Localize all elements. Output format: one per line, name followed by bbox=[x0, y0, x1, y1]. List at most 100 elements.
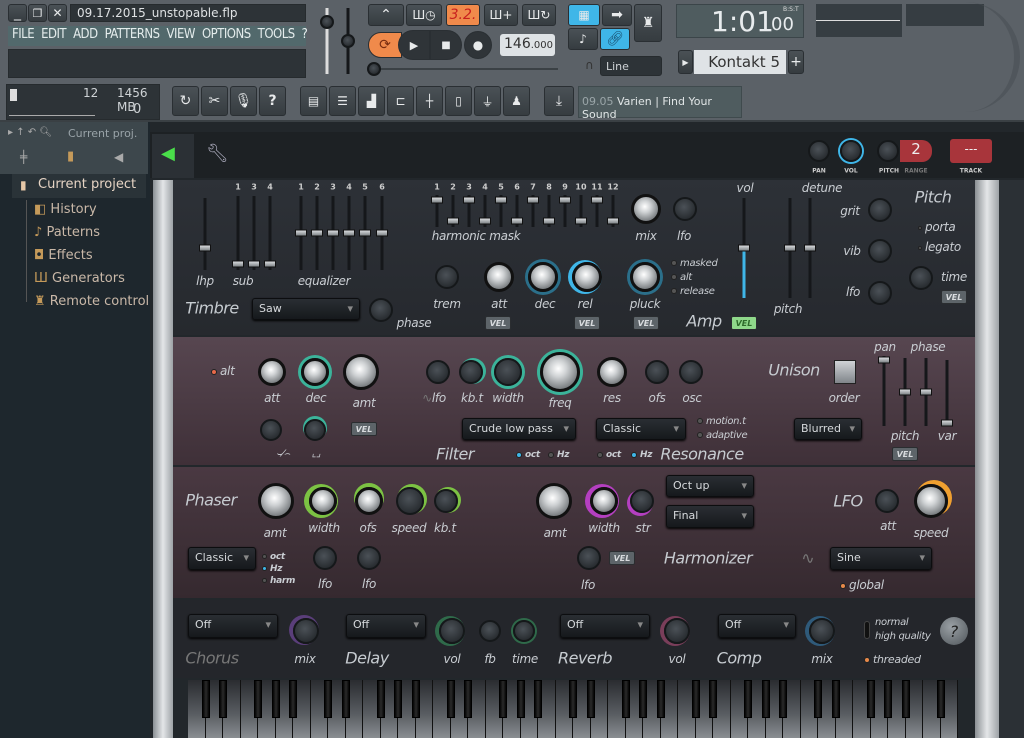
amp-vel-button[interactable]: VEL bbox=[731, 316, 757, 330]
browser-item-remote-control[interactable]: ♜ Remote control bbox=[34, 294, 149, 309]
black-key[interactable] bbox=[866, 680, 875, 718]
phaser-lfo-knob-2[interactable] bbox=[357, 546, 381, 570]
filter-env-shape-knob-2[interactable] bbox=[304, 419, 326, 441]
plugin-button[interactable]: ⏚ bbox=[474, 86, 501, 116]
help-button-plugin[interactable]: ? bbox=[940, 617, 968, 645]
quality-switch[interactable] bbox=[864, 621, 870, 639]
harmonic-fader-handle[interactable] bbox=[447, 217, 459, 225]
menu-edit[interactable]: EDIT bbox=[41, 27, 66, 45]
black-key[interactable] bbox=[254, 680, 262, 718]
harmonizer-vel-button[interactable]: VEL bbox=[609, 551, 635, 565]
black-key[interactable] bbox=[884, 680, 892, 718]
black-key[interactable] bbox=[534, 680, 542, 718]
help-button[interactable]: ? bbox=[259, 86, 286, 116]
song-position-handle[interactable] bbox=[367, 62, 381, 76]
unison-pan-handle[interactable] bbox=[878, 356, 890, 364]
link-icon[interactable]: 🔗︎ bbox=[600, 28, 630, 50]
black-key[interactable] bbox=[569, 680, 577, 718]
alt-toggle[interactable]: alt bbox=[211, 364, 235, 378]
amp-rel-knob[interactable] bbox=[572, 262, 602, 292]
speaker-icon[interactable]: ◀ bbox=[114, 150, 123, 164]
close-button[interactable]: ✕ bbox=[48, 4, 67, 22]
play-button[interactable]: ▶ bbox=[398, 30, 430, 60]
rel-vel-button[interactable]: VEL bbox=[574, 316, 600, 330]
unison-pitch-handle[interactable] bbox=[899, 388, 911, 396]
browser-nav-icons[interactable]: ▸ ↑ ↶ 🔍︎ bbox=[8, 127, 52, 138]
menu-tools[interactable]: TOOLS bbox=[258, 27, 296, 45]
menu-add[interactable]: ADD bbox=[73, 27, 98, 45]
black-key[interactable] bbox=[376, 680, 385, 718]
news-panel[interactable]: 09.05 Varien | Find Your Sound bbox=[578, 86, 742, 121]
harmonic-fader-handle[interactable] bbox=[527, 196, 539, 204]
filter-ofs-knob[interactable] bbox=[645, 360, 669, 384]
unison-var-fader[interactable] bbox=[945, 360, 949, 426]
delay-vol-knob[interactable] bbox=[439, 618, 465, 644]
sub-fader-handle[interactable] bbox=[232, 260, 244, 268]
filter-hz-option[interactable]: Hz bbox=[548, 450, 569, 460]
detune-fader-handle[interactable] bbox=[804, 244, 816, 252]
sub-fader[interactable] bbox=[236, 196, 240, 270]
lhp-fader[interactable] bbox=[203, 198, 207, 270]
trem-knob[interactable] bbox=[435, 265, 459, 289]
black-key[interactable] bbox=[814, 680, 822, 718]
touch-controller-button[interactable]: ♟ bbox=[503, 86, 530, 116]
pitch-fader-handle[interactable] bbox=[784, 244, 796, 252]
filter-att-knob[interactable] bbox=[258, 358, 286, 386]
browser-item-effects[interactable]: ◘ Effects bbox=[34, 248, 93, 263]
vib-knob[interactable] bbox=[868, 239, 892, 263]
piano-keyboard[interactable] bbox=[188, 680, 958, 738]
masked-option[interactable]: masked bbox=[671, 258, 718, 269]
res-oct-option[interactable]: oct bbox=[597, 450, 621, 460]
pan-knob[interactable] bbox=[808, 140, 830, 162]
black-key[interactable] bbox=[656, 680, 665, 718]
browser-search-label[interactable]: Current proj. bbox=[68, 127, 137, 140]
black-key[interactable] bbox=[324, 680, 332, 718]
loop-record-button[interactable]: Ш↻ bbox=[522, 4, 556, 26]
minimize-button[interactable]: _ bbox=[8, 4, 27, 22]
reverb-vol-knob[interactable] bbox=[664, 618, 690, 644]
lfo-speed-knob[interactable] bbox=[914, 484, 948, 518]
harmonic-fader-handle[interactable] bbox=[495, 196, 507, 204]
step-arrow-icon[interactable]: ➡ bbox=[602, 4, 632, 26]
master-volume-handle[interactable] bbox=[320, 15, 334, 29]
eq-fader-handle[interactable] bbox=[295, 229, 307, 237]
harmonic-fader-handle[interactable] bbox=[543, 217, 555, 225]
filter-lfo-knob[interactable] bbox=[426, 360, 450, 384]
pattern-song-mode[interactable]: 3.2. bbox=[446, 4, 480, 26]
foot-icon[interactable]: ♪ bbox=[568, 28, 598, 50]
unison-mode-dropdown[interactable]: Blurred bbox=[794, 418, 862, 440]
phaser-kbt-knob[interactable] bbox=[434, 489, 458, 513]
channel-name-field[interactable]: Kontakt 5 bbox=[694, 50, 786, 74]
black-key[interactable] bbox=[586, 680, 595, 718]
loop-button[interactable]: ⟳ bbox=[368, 32, 402, 58]
black-key[interactable] bbox=[639, 680, 647, 718]
grit-knob[interactable] bbox=[868, 198, 892, 222]
black-key[interactable] bbox=[446, 680, 455, 718]
chorus-mix-knob[interactable] bbox=[293, 618, 319, 644]
metronome-button[interactable]: ⌃ bbox=[368, 4, 404, 26]
harmonic-fader-handle[interactable] bbox=[511, 217, 523, 225]
plug-icon[interactable]: ◀ bbox=[161, 143, 175, 164]
unison-order-button[interactable] bbox=[834, 360, 856, 384]
sub-fader-handle[interactable] bbox=[248, 260, 260, 268]
lfo-shape-dropdown[interactable]: Sine bbox=[830, 547, 932, 570]
snap-selector[interactable]: Line bbox=[600, 56, 662, 76]
phaser-mode-dropdown[interactable]: Classic bbox=[188, 547, 256, 570]
filter-amt-knob[interactable] bbox=[343, 354, 379, 390]
eq-fader-handle[interactable] bbox=[327, 229, 339, 237]
sub-fader[interactable] bbox=[252, 196, 256, 270]
harmonic-fader-handle[interactable] bbox=[559, 196, 571, 204]
harmonic-mix-knob[interactable] bbox=[631, 194, 661, 224]
piano-roll-button[interactable]: ▟ bbox=[358, 86, 385, 116]
black-key[interactable] bbox=[709, 680, 717, 718]
filter-vel-button[interactable]: VEL bbox=[351, 422, 377, 436]
harmonic-fader-handle[interactable] bbox=[431, 196, 443, 204]
master-pitch-handle[interactable] bbox=[341, 34, 355, 48]
harmonizer-mode-dropdown-2[interactable]: Final bbox=[666, 505, 754, 528]
filter-oct-option[interactable]: oct bbox=[516, 450, 540, 460]
delay-fb-knob[interactable] bbox=[479, 620, 501, 642]
right-rail[interactable] bbox=[975, 180, 999, 738]
record-button[interactable]: ● bbox=[464, 31, 492, 59]
browser-item-history[interactable]: ◧ History bbox=[34, 202, 97, 217]
legato-option[interactable]: legato bbox=[918, 240, 961, 254]
